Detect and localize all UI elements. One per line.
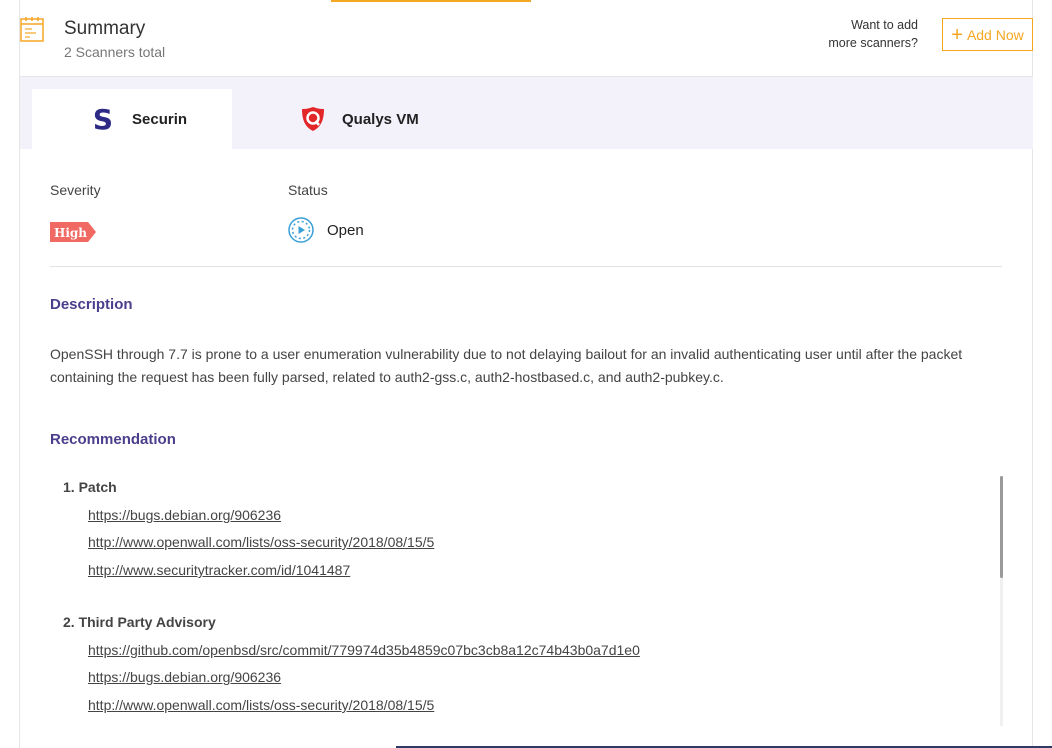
add-scanner-prompt: Want to add more scanners? xyxy=(818,16,918,52)
summary-header: Summary 2 Scanners total Want to add mor… xyxy=(0,0,1052,76)
recommendation-group-title: 1. Patch xyxy=(63,479,117,495)
reference-link[interactable]: http://www.securitytracker.com/id/104148… xyxy=(88,562,350,578)
severity-badge: High xyxy=(50,222,96,242)
scanner-tabs: S Securin Qualys VM xyxy=(20,77,1033,149)
recommendation-group-title: 2. Third Party Advisory xyxy=(63,614,216,630)
description-title: Description xyxy=(50,296,133,313)
qualys-shield-icon xyxy=(300,106,326,132)
add-scanner-prompt-line1: Want to add xyxy=(851,18,918,32)
recommendation-title: Recommendation xyxy=(50,431,176,448)
reference-link[interactable]: http://www.openwall.com/lists/oss-securi… xyxy=(88,534,434,550)
reference-link[interactable]: http://www.openwall.com/lists/oss-securi… xyxy=(88,697,434,713)
tab-qualys-vm[interactable]: Qualys VM xyxy=(300,89,500,149)
scanner-count: 2 Scanners total xyxy=(64,44,166,60)
description-text: OpenSSH through 7.7 is prone to a user e… xyxy=(50,346,963,385)
securin-logo-text: S xyxy=(92,102,114,136)
page-title: Summary xyxy=(64,18,146,39)
status-value: Open xyxy=(327,222,364,239)
securin-logo: S xyxy=(90,103,116,136)
tab-securin-label: Securin xyxy=(132,110,188,128)
add-scanner-prompt-line2: more scanners? xyxy=(828,36,918,50)
details-divider xyxy=(50,266,1002,267)
status-label: Status xyxy=(288,182,328,198)
scrollbar-thumb[interactable] xyxy=(1000,476,1003,578)
tab-securin[interactable]: S Securin xyxy=(32,89,232,149)
calendar-icon xyxy=(20,17,44,42)
reference-link[interactable]: https://bugs.debian.org/906236 xyxy=(88,507,281,523)
reference-link[interactable]: https://bugs.debian.org/906236 xyxy=(88,669,281,685)
reference-link[interactable]: https://github.com/openbsd/src/commit/77… xyxy=(88,642,640,658)
plus-icon: + xyxy=(951,23,963,46)
add-now-label: Add Now xyxy=(966,26,1024,43)
add-now-button[interactable]: + Add Now xyxy=(942,18,1033,51)
severity-label: Severity xyxy=(50,182,101,198)
severity-value: High xyxy=(54,226,87,240)
open-status-icon xyxy=(288,217,314,243)
tab-qualys-vm-label: Qualys VM xyxy=(342,110,419,128)
